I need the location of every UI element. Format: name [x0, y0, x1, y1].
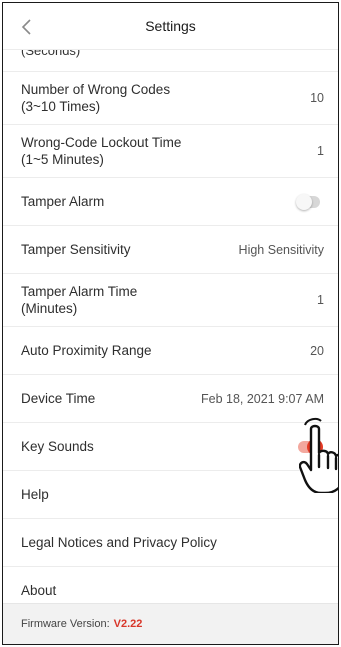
tapping-hand-icon — [299, 417, 338, 493]
firmware-label: Firmware Version: — [21, 618, 110, 630]
setting-tamper-alarm-time[interactable]: Tamper Alarm Time (Minutes) 1 — [3, 274, 338, 327]
settings-list: (Seconds) Number of Wrong Codes (3~10 Ti… — [3, 50, 338, 615]
setting-value: 10 — [310, 91, 324, 105]
setting-label: Legal Notices and Privacy Policy — [21, 535, 217, 550]
header-bar: Settings — [3, 3, 338, 50]
setting-tamper-alarm: Tamper Alarm — [3, 178, 338, 226]
setting-value: Feb 18, 2021 9:07 AM — [200, 391, 324, 406]
firmware-version: V2.22 — [113, 618, 143, 630]
setting-label: Tamper Sensitivity — [21, 242, 131, 257]
setting-value: 1 — [317, 144, 324, 158]
setting-value: 20 — [310, 343, 324, 358]
page-title: Settings — [145, 18, 196, 34]
setting-device-time[interactable]: Device Time Feb 18, 2021 9:07 AM — [3, 375, 338, 423]
setting-value: High Sensitivity — [238, 242, 324, 257]
setting-label: Wrong-Code Lockout Time (1~5 Minutes) — [21, 135, 182, 167]
setting-auto-proximity-range[interactable]: Auto Proximity Range 20 — [3, 327, 338, 375]
setting-label: Device Time — [21, 391, 96, 406]
setting-wrong-codes[interactable]: Number of Wrong Codes (3~10 Times) 10 — [3, 72, 338, 125]
setting-label: Tamper Alarm Time (Minutes) — [21, 284, 138, 316]
setting-label: Key Sounds — [21, 439, 94, 454]
tamper-alarm-toggle[interactable] — [296, 193, 320, 210]
partially-hidden-row: (Seconds) — [3, 50, 338, 72]
toggle-knob — [296, 193, 312, 210]
setting-help[interactable]: Help — [3, 471, 338, 519]
setting-value: 1 — [317, 293, 324, 307]
setting-label: Help — [21, 487, 49, 502]
setting-label: Tamper Alarm — [21, 194, 105, 209]
setting-legal-notices[interactable]: Legal Notices and Privacy Policy — [3, 519, 338, 567]
setting-lockout-time[interactable]: Wrong-Code Lockout Time (1~5 Minutes) 1 — [3, 125, 338, 178]
setting-label: Auto Proximity Range — [21, 343, 152, 358]
phone-screen: Settings (Seconds) Number of Wrong Codes… — [2, 2, 339, 645]
setting-tamper-sensitivity[interactable]: Tamper Sensitivity High Sensitivity — [3, 226, 338, 274]
setting-label: Number of Wrong Codes (3~10 Times) — [21, 82, 171, 114]
firmware-footer: Firmware Version: V2.22 — [3, 603, 338, 644]
setting-key-sounds: Key Sounds — [3, 423, 338, 471]
partially-hidden-label: (Seconds) — [21, 50, 81, 58]
setting-label: About — [21, 583, 57, 598]
